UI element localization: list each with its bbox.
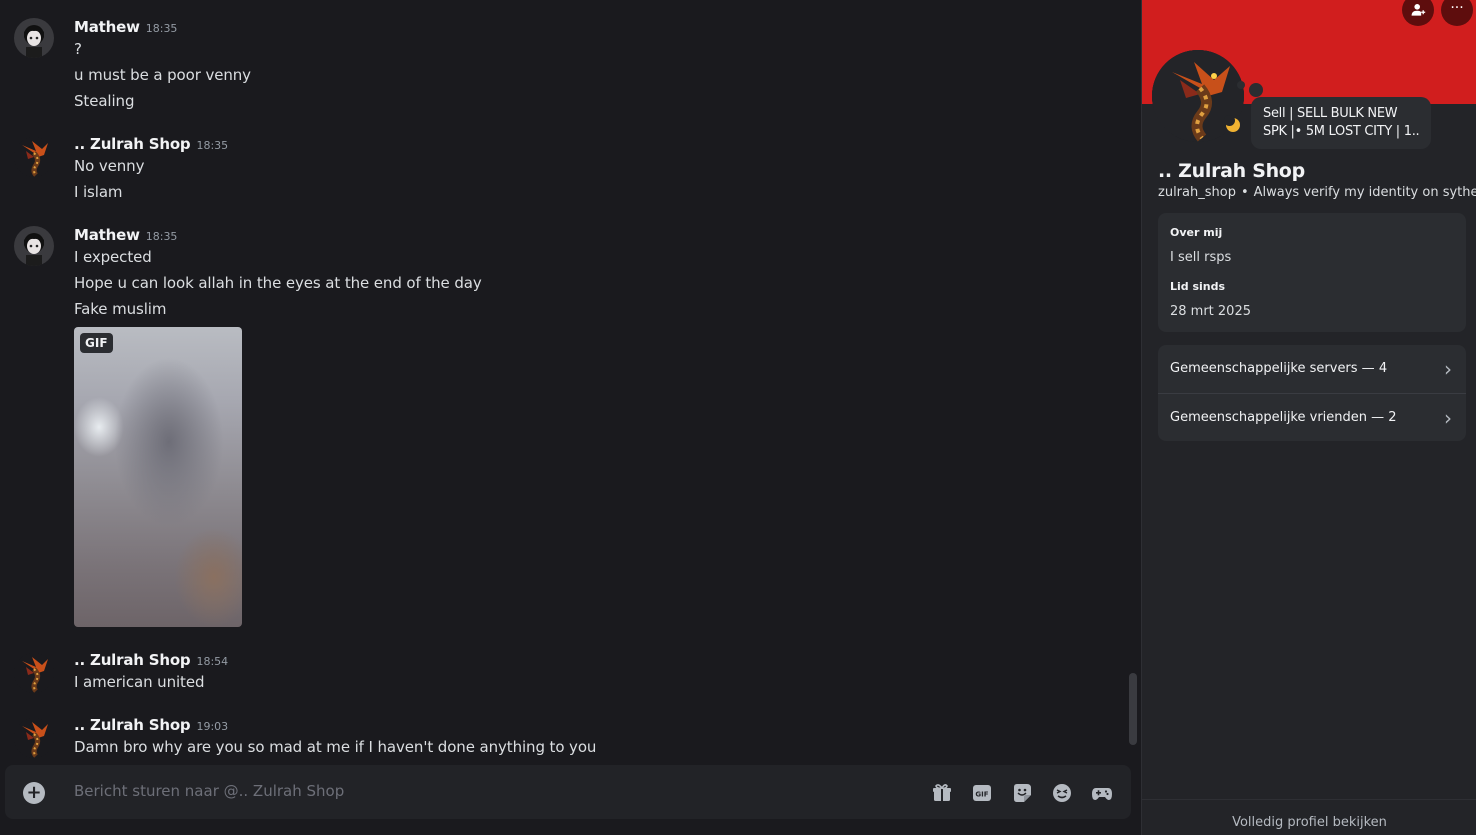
mutual-servers-label: Gemeenschappelijke servers — 4 — [1170, 361, 1388, 376]
user-profile-panel: ··· Sell | SELL BULK NEW SPK |• 5M LOST … — [1141, 0, 1476, 835]
custom-status[interactable]: Sell | SELL BULK NEW SPK |• 5M LOST CITY… — [1237, 81, 1431, 149]
message-text: Hope u can look allah in the eyes at the… — [74, 274, 482, 292]
username[interactable]: Mathew — [74, 18, 140, 36]
timestamp: 18:35 — [196, 139, 229, 152]
message-text: ? — [74, 40, 82, 58]
avatar[interactable] — [14, 226, 54, 266]
message-text: I islam — [74, 183, 123, 201]
about-card: Over mij I sell rsps Lid sinds 28 mrt 20… — [1158, 213, 1466, 332]
message-text: I expected — [74, 248, 152, 266]
emoji-icon[interactable] — [1051, 782, 1073, 804]
zulrah-avatar-icon — [14, 137, 54, 177]
avatar[interactable] — [14, 653, 54, 693]
more-icon: ··· — [1450, 0, 1464, 16]
anime-avatar-icon — [14, 226, 54, 266]
activity-icon[interactable] — [1091, 782, 1113, 804]
chat-area: Mathew 18:35 ? u must be a poor venny Ste… — [0, 0, 1141, 835]
timestamp: 18:54 — [196, 655, 229, 668]
username[interactable]: .. Zulrah Shop — [74, 651, 191, 669]
profile-username[interactable]: zulrah_shop — [1158, 185, 1236, 200]
gif-badge: GIF — [80, 333, 113, 353]
mutual-friends-row[interactable]: Gemeenschappelijke vrienden — 2 › — [1158, 393, 1466, 441]
member-since-value: 28 mrt 2025 — [1170, 304, 1251, 319]
about-label: Over mij — [1170, 226, 1223, 239]
profile-display-name: .. Zulrah Shop — [1158, 160, 1305, 182]
chevron-right-icon: › — [1444, 406, 1452, 430]
add-attachment-button[interactable]: + — [23, 782, 45, 804]
gift-icon[interactable] — [931, 782, 953, 804]
chevron-right-icon: › — [1444, 357, 1452, 381]
separator: • — [1240, 185, 1249, 200]
timestamp: 18:35 — [145, 22, 178, 35]
gif-embed[interactable]: GIF — [74, 327, 242, 627]
avatar[interactable] — [14, 137, 54, 177]
view-full-profile-link[interactable]: Volledig profiel bekijken — [1142, 799, 1476, 835]
scrollbar-thumb[interactable] — [1129, 673, 1137, 745]
sticker-icon[interactable] — [1011, 782, 1033, 804]
message-text: Stealing — [74, 92, 135, 110]
mutual-servers-row[interactable]: Gemeenschappelijke servers — 4 › — [1158, 345, 1466, 393]
profile-pronouns: Always verify my identity on sythe — [1253, 185, 1476, 200]
about-value: I sell rsps — [1170, 250, 1232, 265]
custom-status-line: Sell | SELL BULK NEW — [1263, 106, 1398, 121]
username[interactable]: Mathew — [74, 226, 140, 244]
member-since-label: Lid sinds — [1170, 280, 1226, 293]
message-text: Damn bro why are you so mad at me if I h… — [74, 738, 597, 756]
zulrah-avatar-icon — [14, 653, 54, 693]
avatar[interactable] — [14, 18, 54, 58]
message-text: No venny — [74, 157, 145, 175]
gif-icon[interactable]: GIF — [971, 782, 993, 804]
message-text: I american united — [74, 673, 205, 691]
mutual-friends-label: Gemeenschappelijke vrienden — 2 — [1170, 410, 1397, 425]
zulrah-avatar-icon — [14, 718, 54, 758]
avatar[interactable] — [14, 718, 54, 758]
anime-avatar-icon — [14, 18, 54, 58]
svg-text:GIF: GIF — [975, 791, 988, 799]
message-composer[interactable]: + Bericht sturen naar @.. Zulrah Shop GI… — [5, 765, 1131, 819]
message-text: Fake muslim — [74, 300, 167, 318]
message-input[interactable]: Bericht sturen naar @.. Zulrah Shop — [74, 782, 344, 800]
idle-status-icon — [1222, 114, 1244, 136]
profile-handle-line: zulrah_shop • Always verify my identity on… — [1158, 185, 1476, 200]
username[interactable]: .. Zulrah Shop — [74, 135, 191, 153]
profile-avatar[interactable] — [1152, 50, 1244, 142]
custom-status-line: SPK |• 5M LOST CITY | 1... — [1263, 124, 1419, 139]
message-text: u must be a poor venny — [74, 66, 251, 84]
timestamp: 19:03 — [196, 720, 229, 733]
mutuals-card: Gemeenschappelijke servers — 4 › Gemeens… — [1158, 345, 1466, 441]
timestamp: 18:35 — [145, 230, 178, 243]
username[interactable]: .. Zulrah Shop — [74, 716, 191, 734]
add-friend-icon — [1411, 4, 1426, 16]
